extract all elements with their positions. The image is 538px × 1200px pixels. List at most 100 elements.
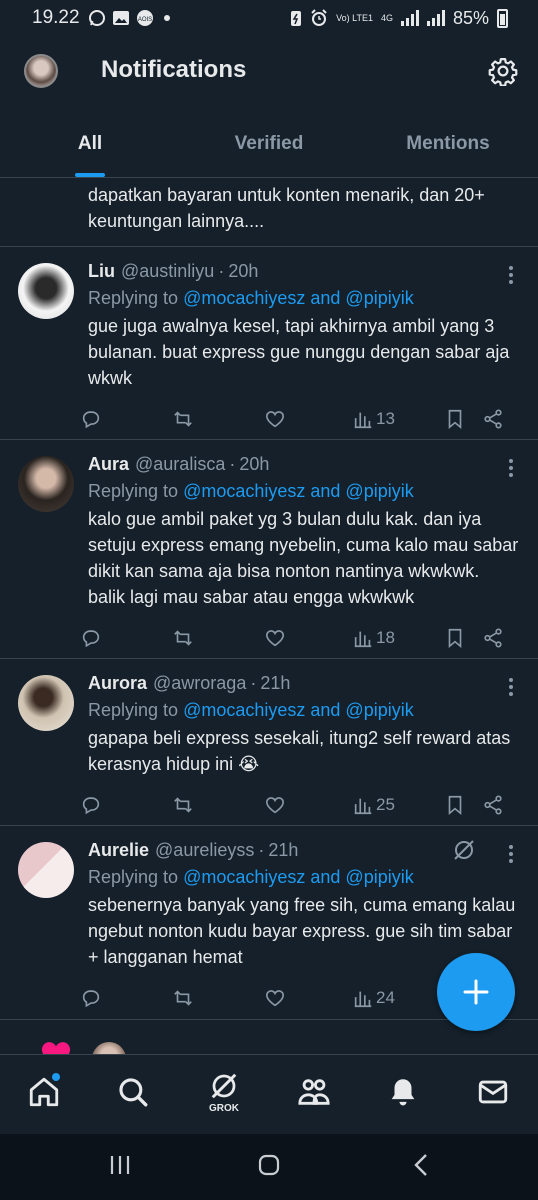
home-button-icon[interactable] xyxy=(257,1153,281,1177)
replying-to: Replying to @mocachiyesz and @pipiyik xyxy=(88,285,520,311)
svg-text:AOIS: AOIS xyxy=(137,17,151,23)
tweet-text: gue juga awalnya kesel, tapi akhirnya am… xyxy=(88,316,510,388)
mention-links[interactable]: @mocachiyesz and @pipiyik xyxy=(183,700,414,720)
repost-icon xyxy=(174,630,192,646)
views-button[interactable]: 13 xyxy=(352,407,395,431)
compose-button[interactable] xyxy=(437,953,515,1031)
grok-icon[interactable] xyxy=(207,1071,241,1101)
views-button[interactable]: 18 xyxy=(352,626,395,650)
mention-links[interactable]: @mocachiyesz and @pipiyik xyxy=(183,288,414,308)
partial-notification-text: dapatkan bayaran untuk konten menarik, d… xyxy=(88,185,485,231)
author-handle[interactable]: @awroraga xyxy=(153,671,246,695)
views-button[interactable]: 25 xyxy=(352,793,395,817)
battery-icon xyxy=(497,8,508,28)
tweet-text: gapapa beli express sesekali, itung2 sel… xyxy=(88,728,511,774)
alarm-icon xyxy=(311,9,327,26)
timestamp: 20h xyxy=(228,261,259,281)
avatar[interactable] xyxy=(18,675,74,731)
author-handle[interactable]: @aurelieyss xyxy=(155,838,254,862)
mention-links[interactable]: @mocachiyesz and @pipiyik xyxy=(183,867,414,887)
reply-icon xyxy=(82,411,100,429)
author-name[interactable]: Aurora xyxy=(88,671,147,695)
reply-tweet[interactable]: Liu @austinliyu · 20h Replying to @mocac… xyxy=(0,247,538,440)
search-icon[interactable] xyxy=(116,1075,150,1109)
repost-icon xyxy=(174,990,192,1006)
avatar[interactable] xyxy=(18,456,74,512)
gear-icon[interactable] xyxy=(488,56,518,86)
replying-to-label: Replying to xyxy=(88,288,179,308)
views-count: 13 xyxy=(376,409,395,428)
replying-to: Replying to @mocachiyesz and @pipiyik xyxy=(88,864,520,890)
gallery-icon xyxy=(112,11,129,25)
bookmark-button[interactable] xyxy=(444,407,466,431)
share-icon xyxy=(484,409,502,429)
repost-button[interactable] xyxy=(172,986,194,1010)
communities-icon[interactable] xyxy=(297,1075,331,1109)
views-button[interactable]: 24 xyxy=(352,986,395,1010)
timestamp: 21h xyxy=(260,673,291,693)
reply-icon xyxy=(82,990,100,1008)
bell-icon[interactable] xyxy=(386,1075,420,1109)
author-name[interactable]: Aura xyxy=(88,452,129,476)
author-handle[interactable]: @auralisca xyxy=(135,452,225,476)
share-button[interactable] xyxy=(482,793,504,817)
more-options-icon[interactable] xyxy=(508,677,514,697)
author-name[interactable]: Liu xyxy=(88,259,115,283)
separator-dot: · xyxy=(258,840,265,860)
avatar[interactable] xyxy=(18,842,74,898)
reply-button[interactable] xyxy=(80,793,102,817)
grok-icon[interactable] xyxy=(452,838,476,862)
network-type-label: 4G xyxy=(380,12,393,23)
like-button[interactable] xyxy=(264,986,286,1010)
tweet-meta: Liu @austinliyu · 20h xyxy=(88,259,520,283)
reply-icon xyxy=(82,797,100,815)
back-icon[interactable] xyxy=(412,1153,430,1177)
like-button[interactable] xyxy=(264,407,286,431)
separator-dot: · xyxy=(250,673,257,693)
views-icon xyxy=(354,631,372,648)
mail-icon[interactable] xyxy=(476,1075,510,1109)
tab-verified[interactable]: Verified xyxy=(180,110,358,177)
reply-button[interactable] xyxy=(80,986,102,1010)
status-bar: 19.22 AOIS Vo) LTE1 4G 85% xyxy=(0,0,538,36)
bookmark-button[interactable] xyxy=(444,626,466,650)
bookmark-button[interactable] xyxy=(444,793,466,817)
reply-tweet[interactable]: Aurora @awroraga · 21h Replying to @moca… xyxy=(0,659,538,826)
separator-dot: · xyxy=(218,261,225,281)
recent-apps-icon[interactable] xyxy=(108,1154,132,1176)
tweet-text: kalo gue ambil paket yg 3 bulan dulu kak… xyxy=(88,509,519,607)
tweet-actions: 18 xyxy=(80,610,520,666)
avatar[interactable] xyxy=(18,263,74,319)
mention-links[interactable]: @mocachiyesz and @pipiyik xyxy=(183,481,414,501)
share-button[interactable] xyxy=(482,407,504,431)
battery-saver-icon xyxy=(291,11,302,26)
avatar[interactable] xyxy=(92,1042,126,1054)
heart-icon xyxy=(265,797,285,814)
share-button[interactable] xyxy=(482,626,504,650)
tab-all[interactable]: All xyxy=(0,110,180,177)
profile-avatar[interactable] xyxy=(24,54,58,88)
tab-label: Mentions xyxy=(406,132,490,154)
reply-button[interactable] xyxy=(80,626,102,650)
like-button[interactable] xyxy=(264,793,286,817)
reply-icon xyxy=(82,630,100,648)
notifications-feed[interactable]: dapatkan bayaran untuk konten menarik, d… xyxy=(0,178,538,1054)
author-handle[interactable]: @austinliyu xyxy=(121,259,214,283)
more-options-icon[interactable] xyxy=(508,844,514,864)
tweet-actions: 25 xyxy=(80,777,520,833)
separator-dot: · xyxy=(229,454,236,474)
reply-tweet[interactable]: Aura @auralisca · 20h Replying to @mocac… xyxy=(0,440,538,659)
more-options-icon[interactable] xyxy=(508,265,514,285)
repost-button[interactable] xyxy=(172,793,194,817)
more-options-icon[interactable] xyxy=(508,458,514,478)
tweet-meta: Aura @auralisca · 20h xyxy=(88,452,520,476)
tab-mentions[interactable]: Mentions xyxy=(358,110,538,177)
author-name[interactable]: Aurelie xyxy=(88,838,149,862)
like-button[interactable] xyxy=(264,626,286,650)
reply-button[interactable] xyxy=(80,407,102,431)
repost-button[interactable] xyxy=(172,407,194,431)
whatsapp-icon xyxy=(88,10,105,26)
repost-icon xyxy=(174,797,192,813)
partial-notification[interactable]: dapatkan bayaran untuk konten menarik, d… xyxy=(0,178,538,247)
repost-button[interactable] xyxy=(172,626,194,650)
